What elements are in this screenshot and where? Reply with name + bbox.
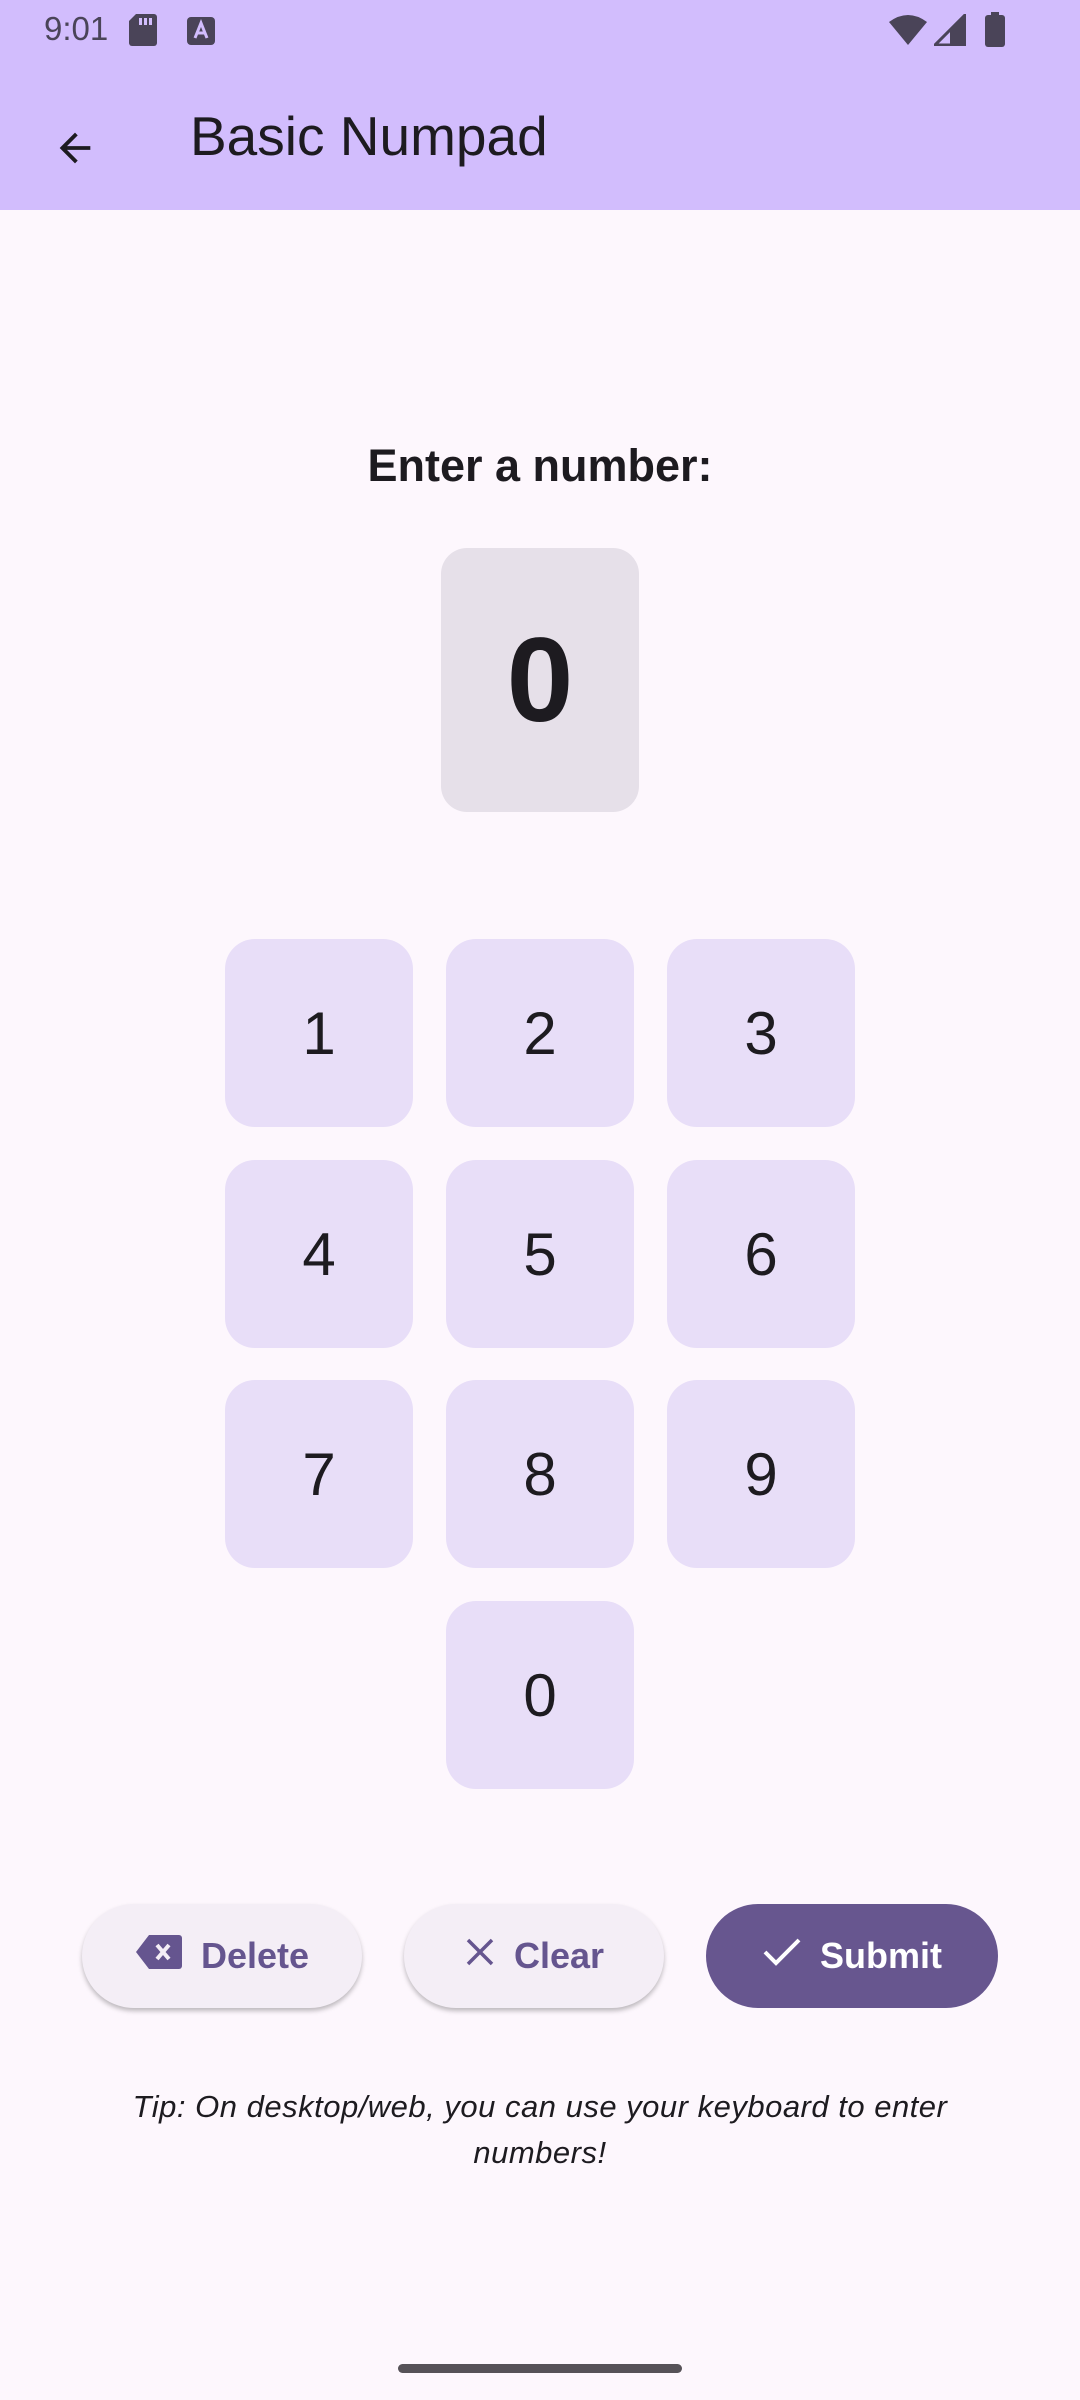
check-icon <box>762 1935 802 1977</box>
back-button[interactable] <box>30 105 120 195</box>
page-title: Basic Numpad <box>190 105 548 167</box>
key-8[interactable]: 8 <box>446 1380 634 1568</box>
submit-button[interactable]: Submit <box>706 1904 998 2008</box>
keyboard-a-icon <box>186 16 216 51</box>
keyboard-tip: Tip: On desktop/web, you can use your ke… <box>132 2089 948 2170</box>
signal-icon <box>931 11 967 51</box>
clear-label: Clear <box>513 1935 605 1976</box>
close-icon <box>464 1935 496 1977</box>
key-4[interactable]: 4 <box>225 1160 413 1348</box>
submit-label: Submit <box>820 1935 942 1976</box>
status-time: 9:01 <box>44 10 109 47</box>
key-7[interactable]: 7 <box>225 1380 413 1568</box>
backspace-icon <box>135 1934 183 1979</box>
number-display: 0 <box>441 548 639 812</box>
status-bar: 9:01 <box>0 0 1080 60</box>
key-3[interactable]: 3 <box>667 939 855 1127</box>
key-0[interactable]: 0 <box>446 1601 634 1789</box>
wifi-icon <box>888 14 928 51</box>
key-1[interactable]: 1 <box>225 939 413 1127</box>
key-5[interactable]: 5 <box>446 1160 634 1348</box>
prompt-label: Enter a number: <box>367 440 713 491</box>
app-bar: 9:01 Basic Numpad <box>0 0 1080 210</box>
sd-card-icon <box>128 12 158 53</box>
gesture-nav-bar[interactable] <box>398 2364 682 2373</box>
delete-label: Delete <box>200 1935 310 1976</box>
toolbar: Basic Numpad <box>0 60 1080 210</box>
delete-button[interactable]: Delete <box>82 1904 362 2008</box>
battery-icon <box>984 12 1006 53</box>
arrow-left-icon <box>52 125 98 176</box>
key-9[interactable]: 9 <box>667 1380 855 1568</box>
key-6[interactable]: 6 <box>667 1160 855 1348</box>
clear-button[interactable]: Clear <box>404 1904 664 2008</box>
key-2[interactable]: 2 <box>446 939 634 1127</box>
